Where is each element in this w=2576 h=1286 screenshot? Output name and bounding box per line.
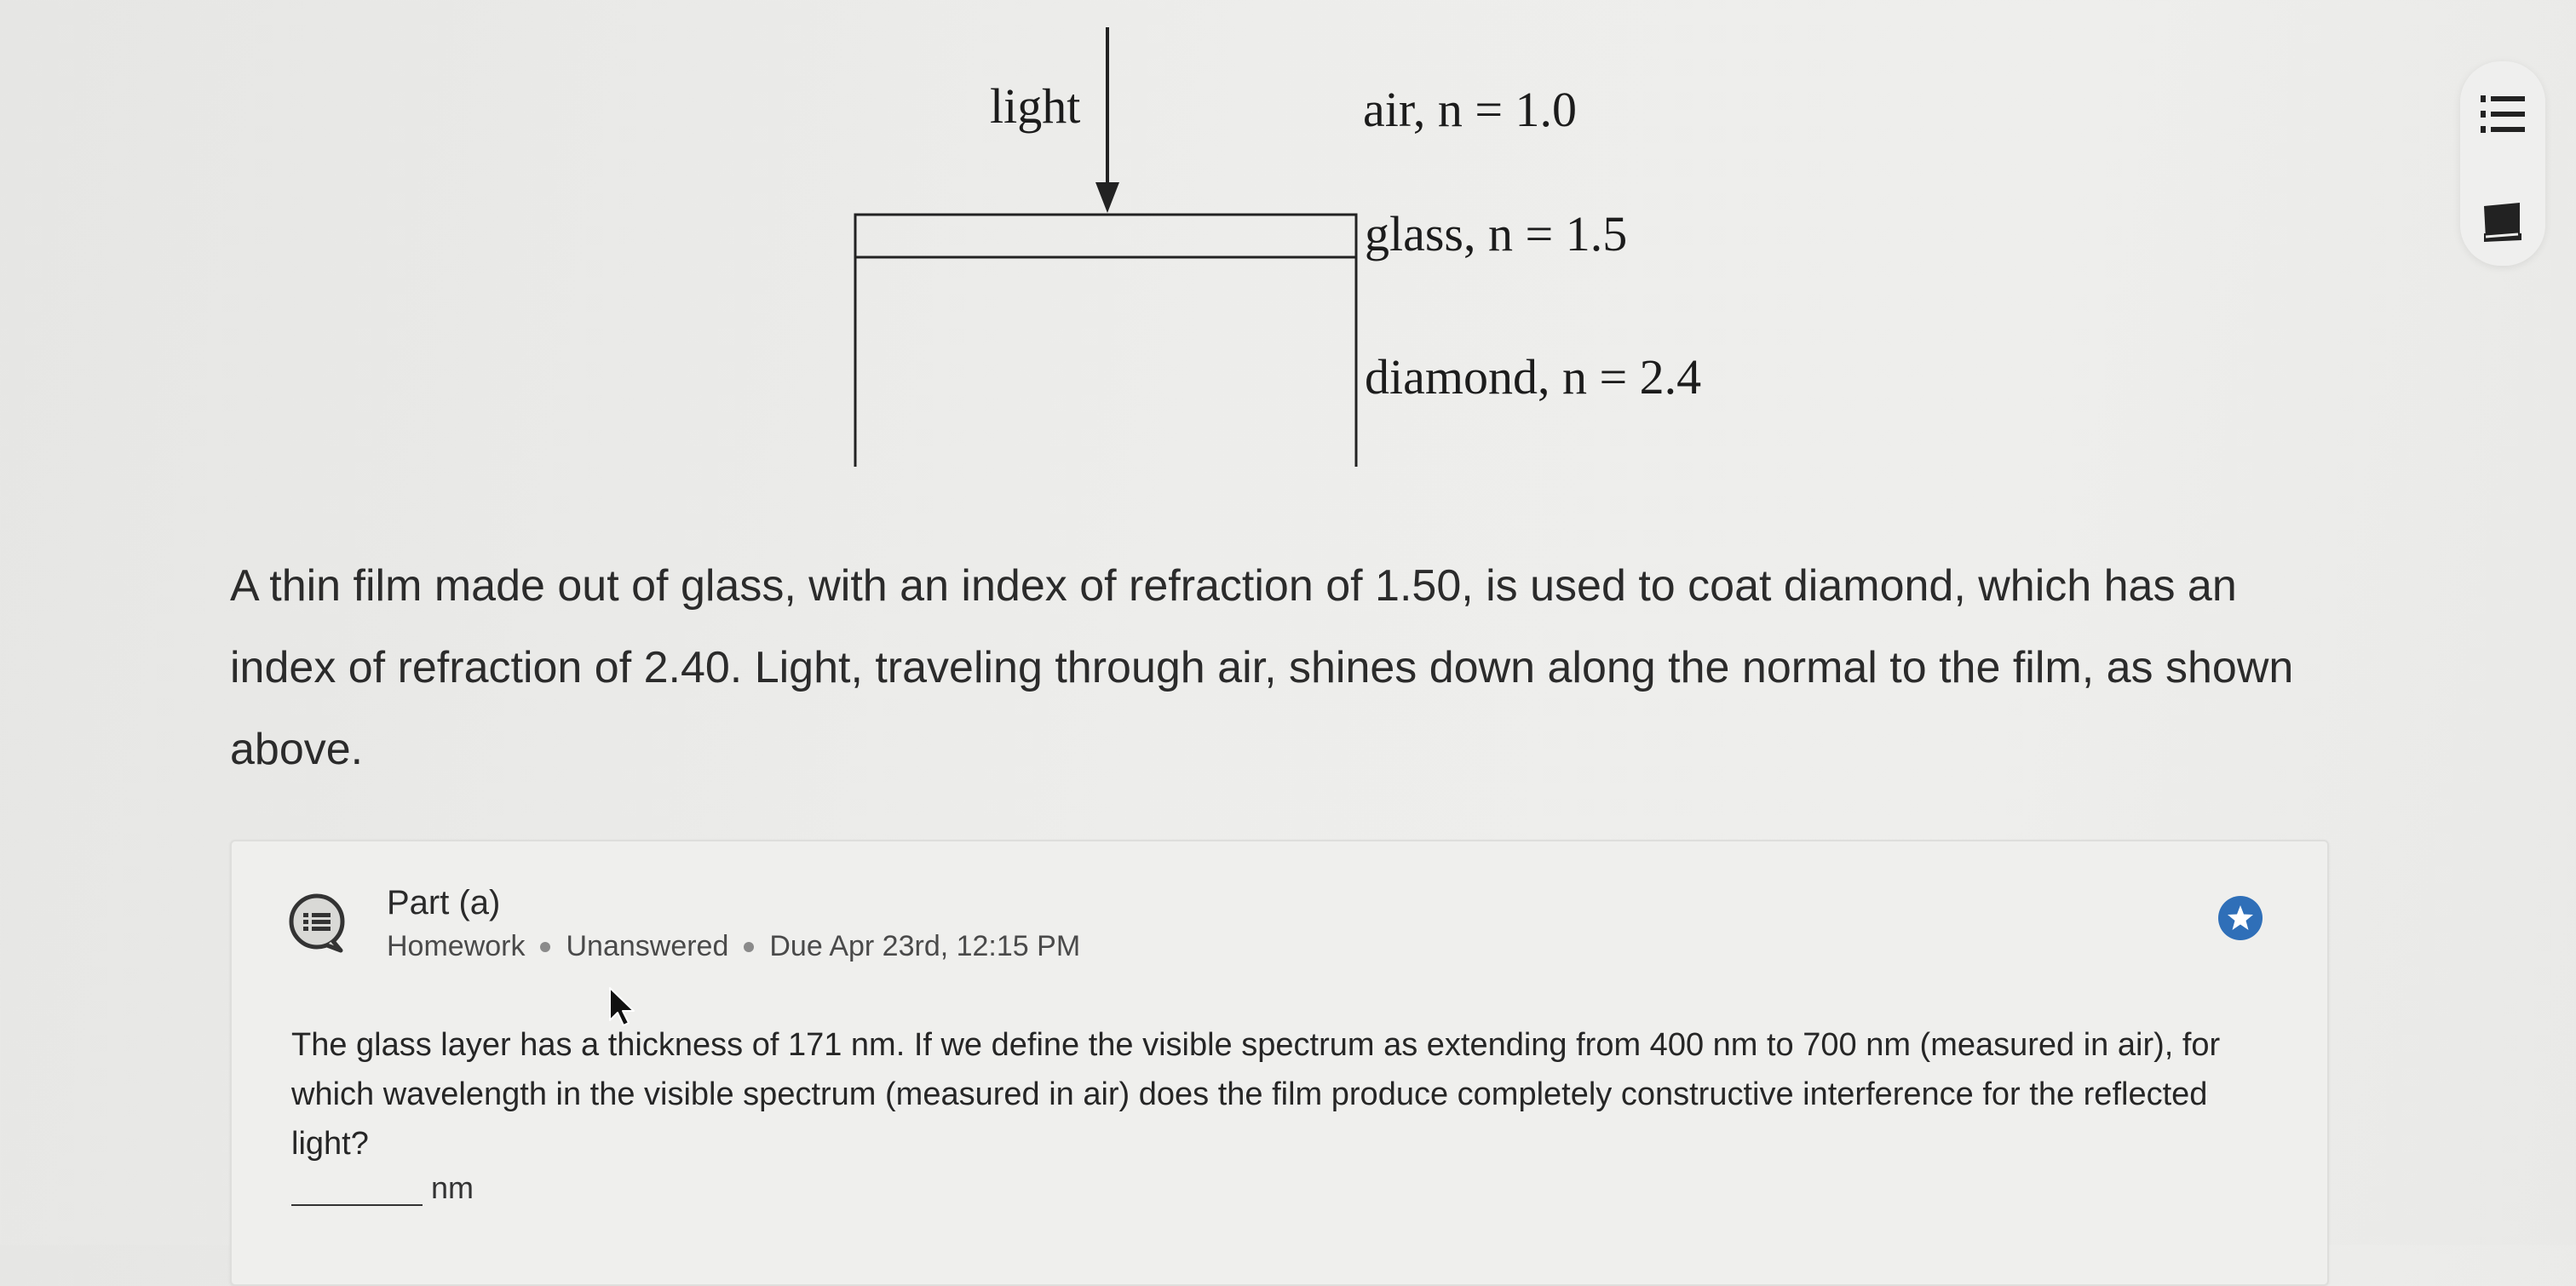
question-chat-icon [285,891,349,956]
page: light air, n = 1.0 glass, n = 1.5 diamon… [0,0,2576,1286]
answer-input[interactable] [291,1165,423,1206]
list-icon[interactable] [2477,89,2528,140]
right-toolbar [2460,61,2545,266]
air-label: air, n = 1.0 [1363,82,1578,137]
question-text: The glass layer has a thickness of 171 n… [291,1027,2221,1162]
part-meta: Homework Unanswered Due Apr 23rd, 12:15 … [387,930,1080,963]
due-date: Due Apr 23rd, 12:15 PM [769,930,1081,962]
answer-row: nm [291,1165,474,1206]
problem-statement: A thin film made out of glass, with an i… [230,561,2294,774]
light-label: light [990,78,1081,134]
glass-layer [854,213,1358,259]
part-title: Part (a) [387,884,501,921]
book-icon[interactable] [2477,196,2528,247]
assignment-type: Homework [387,930,526,962]
glass-label: glass, n = 1.5 [1365,206,1628,261]
separator-dot [744,941,755,952]
thin-film-diagram: light air, n = 1.0 glass, n = 1.5 diamon… [0,0,2576,511]
answer-status: Unanswered [566,930,729,962]
star-badge-icon[interactable] [2217,894,2264,942]
diamond-label: diamond, n = 2.4 [1365,349,1702,405]
mouse-cursor-icon [607,986,641,1029]
light-arrow-head [1095,182,1119,213]
diagram-drawing [854,27,1358,467]
separator-dot [540,941,551,952]
answer-unit: nm [431,1170,474,1205]
part-a-card: Part (a) Homework Unanswered Due Apr 23r… [230,840,2329,1286]
